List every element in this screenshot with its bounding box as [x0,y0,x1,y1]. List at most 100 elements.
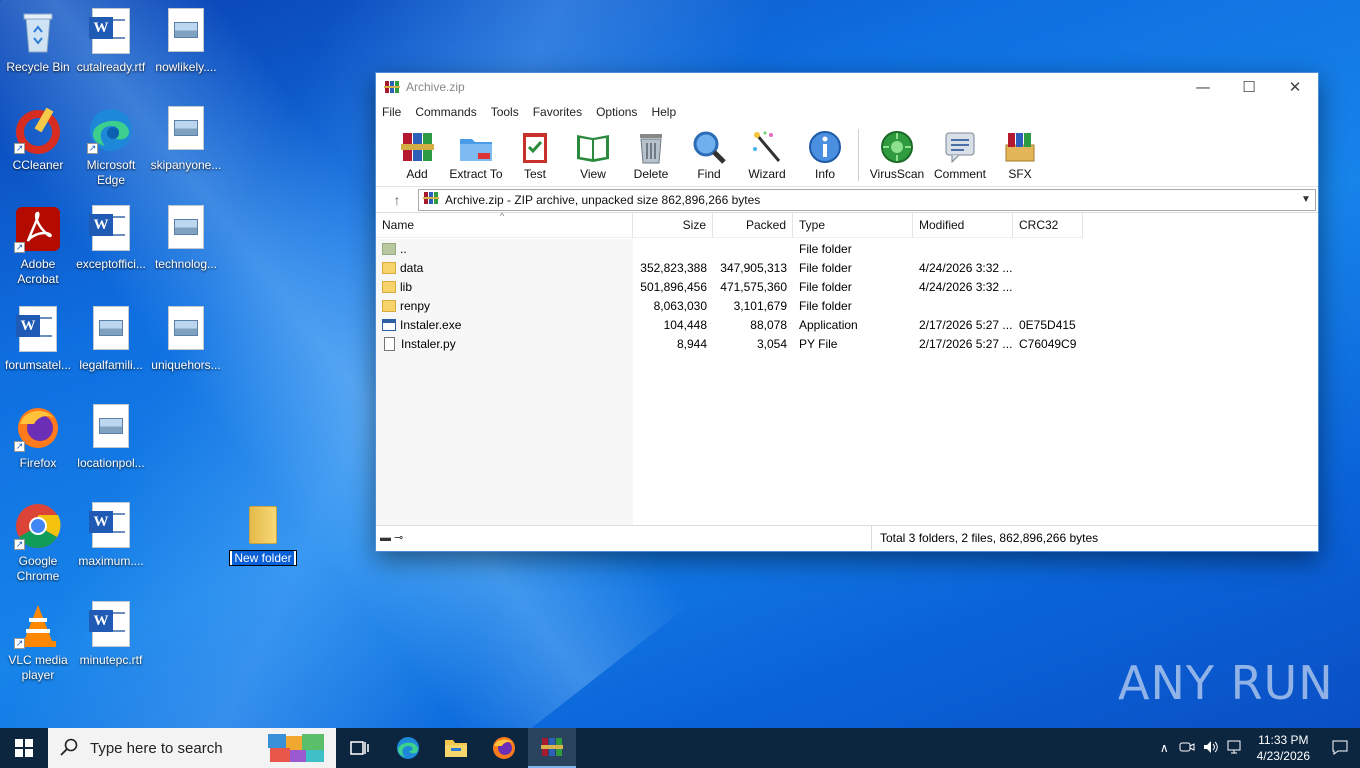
toolbar-test-button[interactable]: Test [506,123,564,181]
desktop-icon-skipanyone[interactable]: skipanyone... [148,106,224,173]
toolbar-extract-to-button[interactable]: Extract To [446,123,506,181]
toolbar-virusscan-button[interactable]: VirusScan [865,123,929,181]
column-crc32[interactable]: CRC32 [1013,213,1083,238]
desktop-icon-microsoft-edge[interactable]: ↗ Microsoft Edge [73,106,149,188]
table-row[interactable]: .. File folder [376,239,1083,258]
desktop-icon-label: Adobe Acrobat [17,257,59,286]
title-bar[interactable]: Archive.zip — ☐ ✕ [376,73,1318,101]
task-view-button[interactable] [336,728,384,768]
folder-icon [249,506,277,544]
file-type: File folder [799,298,852,313]
table-row[interactable]: Instaler.py 8,944 3,054 PY File 2/17/202… [376,334,1083,353]
column-type[interactable]: Type [793,213,913,238]
desktop-icon-vlc[interactable]: ↗ VLC media player [0,601,76,683]
menu-options[interactable]: Options [596,105,637,119]
address-bar: ↑ Archive.zip - ZIP archive, unpacked si… [376,187,1318,213]
winrar-window[interactable]: Archive.zip — ☐ ✕ File Commands Tools Fa… [375,72,1319,552]
task-view-icon [350,741,369,755]
toolbar-add-button[interactable]: Add [388,123,446,181]
rename-textbox[interactable]: New folder [229,550,297,566]
menu-tools[interactable]: Tools [491,105,519,119]
firefox-icon: ↗ [14,404,62,452]
chevron-up-icon[interactable]: ∧ [1160,741,1169,755]
toolbar-info-button[interactable]: Info [796,123,854,181]
desktop-icon-label: legalfamili... [79,358,143,372]
folder-icon [382,261,396,274]
desktop-icon-minutepc[interactable]: W minutepc.rtf [73,601,149,668]
desktop-icon-forumsatel[interactable]: W forumsatel... [0,306,76,373]
search-placeholder: Type here to search [90,739,223,757]
taskbar-firefox-button[interactable] [480,728,528,768]
menu-commands[interactable]: Commands [415,105,476,119]
toolbar-delete-button[interactable]: Delete [622,123,680,181]
desktop-icon-nowlikely[interactable]: nowlikely.... [148,8,224,75]
desktop-icon-adobe-acrobat[interactable]: ↗ Adobe Acrobat [0,205,76,287]
toolbar-view-button[interactable]: View [564,123,622,181]
toolbar-sfx-button[interactable]: SFX [991,123,1049,181]
file-packed: 88,078 [750,317,787,332]
notification-icon[interactable] [1320,739,1360,758]
path-combobox[interactable]: Archive.zip - ZIP archive, unpacked size… [418,188,1316,211]
chrome-icon: ↗ [14,502,62,550]
sort-ascending-icon: ^ [500,213,505,221]
toolbar-comment-button[interactable]: Comment [929,123,991,181]
desktop-icon-maximum[interactable]: W maximum.... [73,502,149,569]
window-title: Archive.zip [406,80,465,94]
toolbar-find-button[interactable]: Find [680,123,738,181]
meet-now-icon[interactable] [1179,740,1195,757]
word-document-icon: W [87,8,135,56]
file-list[interactable]: Name ^ Size Packed Type Modified CRC32 ..… [376,213,1318,525]
taskbar-file-explorer-button[interactable] [432,728,480,768]
desktop-icon-exceptoffici[interactable]: W exceptoffici... [73,205,149,272]
start-button[interactable] [0,728,48,768]
image-file-icon [162,106,210,154]
shortcut-arrow-icon: ↗ [87,143,98,154]
shortcut-arrow-icon: ↗ [14,638,25,649]
desktop-icon-recycle-bin[interactable]: Recycle Bin [0,8,76,75]
table-row[interactable]: data 352,823,388 347,905,313 File folder… [376,258,1083,277]
desktop-icon-cutalready[interactable]: W cutalready.rtf [73,8,149,75]
table-row[interactable]: renpy 8,063,030 3,101,679 File folder [376,296,1083,315]
close-button[interactable]: ✕ [1272,73,1318,101]
application-icon [382,318,396,331]
column-name[interactable]: Name ^ [376,213,633,238]
menu-help[interactable]: Help [651,105,676,119]
desktop-icon-ccleaner[interactable]: ↗ CCleaner [0,106,76,173]
desktop-icon-legalfamili[interactable]: legalfamili... [73,306,149,373]
desktop-icon-technolog[interactable]: technolog... [148,205,224,272]
column-size[interactable]: Size [633,213,713,238]
word-document-icon: W [87,601,135,649]
desktop-icon-firefox[interactable]: ↗ Firefox [0,404,76,471]
toolbar-separator [858,129,859,181]
column-packed[interactable]: Packed [713,213,793,238]
clock[interactable]: 11:33 PM 4/23/2026 [1257,732,1310,764]
recycle-bin-icon [14,8,62,56]
volume-icon[interactable] [1203,740,1219,757]
file-modified: 2/17/2026 5:27 ... [919,336,1013,351]
maximize-button[interactable]: ☐ [1226,73,1272,101]
image-file-icon [87,306,135,354]
search-highlight-puzzle-icon [266,730,328,768]
column-modified[interactable]: Modified [913,213,1013,238]
up-arrow-icon[interactable]: ↑ [376,192,418,208]
menu-file[interactable]: File [382,105,401,119]
file-modified: 4/24/2026 3:32 ... [919,260,1013,275]
taskbar-search-box[interactable]: Type here to search [48,728,336,768]
desktop-icon-locationpol[interactable]: locationpol... [73,404,149,471]
chevron-down-icon[interactable]: ▼ [1297,194,1315,205]
desktop-icon-google-chrome[interactable]: ↗ Google Chrome [0,502,76,584]
menu-bar: File Commands Tools Favorites Options He… [376,101,1318,123]
menu-favorites[interactable]: Favorites [533,105,582,119]
taskbar-edge-button[interactable] [384,728,432,768]
taskbar-winrar-button[interactable] [528,728,576,768]
desktop-icon-new-folder[interactable]: New folder [228,506,298,566]
desktop-icon-uniquehors[interactable]: uniquehors... [148,306,224,373]
toolbar-label: Extract To [449,167,503,181]
network-icon[interactable] [1227,740,1243,757]
column-header: Name ^ Size Packed Type Modified CRC32 [376,213,1083,238]
toolbar-wizard-button[interactable]: Wizard [738,123,796,181]
minimize-button[interactable]: — [1180,73,1226,101]
table-row[interactable]: lib 501,896,456 471,575,360 File folder … [376,277,1083,296]
winrar-archive-icon [423,190,439,209]
table-row[interactable]: Instaler.exe 104,448 88,078 Application … [376,315,1083,334]
